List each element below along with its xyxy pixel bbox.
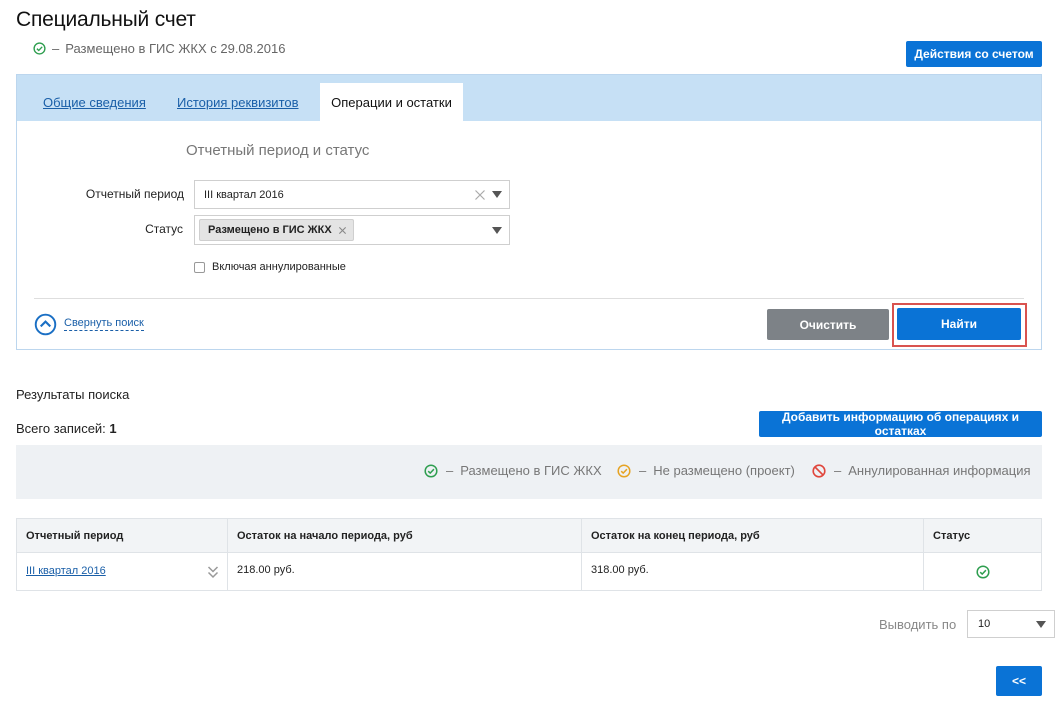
total-records: Всего записей: 1 [16, 421, 117, 436]
tab-strip: Общие сведения История реквизитов Операц… [17, 75, 1041, 121]
search-divider [34, 298, 1024, 299]
cell-period: III квартал 2016 [16, 552, 228, 591]
clear-button[interactable]: Очистить [767, 309, 889, 340]
status-text: Размещено в ГИС ЖКХ с 29.08.2016 [65, 41, 286, 56]
tab-requisites-history[interactable]: История реквизитов [177, 95, 299, 110]
period-link[interactable]: III квартал 2016 [26, 565, 106, 577]
check-circle-icon [924, 564, 1041, 579]
legend-item-draft: – Не размещено (проект) [617, 463, 795, 478]
include-cancelled-checkbox[interactable] [194, 261, 205, 273]
account-actions-button[interactable]: Действия со счетом [906, 41, 1042, 67]
chip-remove-icon[interactable] [338, 226, 347, 235]
per-page-value: 10 [978, 618, 991, 630]
check-circle-icon [617, 463, 631, 478]
column-header-status[interactable]: Статус [923, 518, 1042, 553]
status-legend: – Размещено в ГИС ЖКХ – Не размещено (пр… [16, 445, 1042, 499]
double-chevron-down-icon[interactable] [207, 565, 219, 579]
chevron-down-icon[interactable] [492, 226, 502, 234]
legend-item-cancelled: – Аннулированная информация [812, 463, 1031, 478]
prev-page-button[interactable]: << [996, 666, 1042, 696]
column-header-start-balance[interactable]: Остаток на начало периода, руб [227, 518, 582, 553]
per-page-label: Выводить по [879, 617, 957, 632]
results-title: Результаты поиска [16, 387, 130, 402]
period-select[interactable]: III квартал 2016 [194, 180, 510, 209]
check-circle-icon [33, 42, 46, 55]
cell-status [923, 552, 1042, 591]
ban-icon [812, 463, 826, 478]
tab-general-info[interactable]: Общие сведения [43, 95, 146, 110]
status-select[interactable]: Размещено в ГИС ЖКХ [194, 215, 510, 245]
page-title: Специальный счет [16, 8, 196, 31]
check-circle-icon [424, 463, 438, 478]
status-chip[interactable]: Размещено в ГИС ЖКХ [199, 219, 354, 241]
find-button-highlight [892, 303, 1027, 347]
results-table: Отчетный период Остаток на начало период… [16, 518, 1042, 591]
account-status: – Размещено в ГИС ЖКХ с 29.08.2016 [33, 41, 285, 56]
table-header-row: Отчетный период Остаток на начало период… [16, 518, 1042, 553]
status-dash: – [52, 41, 60, 56]
per-page-select[interactable]: 10 [967, 610, 1055, 638]
column-header-end-balance[interactable]: Остаток на конец периода, руб [581, 518, 924, 553]
chevron-down-icon[interactable] [492, 191, 502, 198]
chevron-down-icon[interactable] [1036, 620, 1046, 628]
add-operations-button[interactable]: Добавить информацию об операциях и остат… [759, 410, 1042, 438]
collapse-search-link[interactable]: Свернуть поиск [64, 317, 144, 331]
total-label: Всего записей: [16, 421, 106, 436]
table-row: III квартал 2016 218.00 руб. 318.00 руб. [16, 552, 1042, 591]
search-section-title: Отчетный период и статус [186, 142, 370, 159]
total-count: 1 [109, 421, 117, 436]
column-header-period[interactable]: Отчетный период [16, 518, 228, 553]
period-select-value: III квартал 2016 [204, 188, 284, 201]
status-label: Статус [145, 222, 183, 236]
status-chip-label: Размещено в ГИС ЖКХ [208, 224, 332, 236]
legend-item-placed: – Размещено в ГИС ЖКХ [424, 463, 602, 478]
cell-start-balance: 218.00 руб. [227, 552, 582, 591]
include-cancelled-row: Включая аннулированные [194, 261, 346, 273]
tab-operations-balances[interactable]: Операции и остатки [320, 83, 463, 121]
cell-end-balance: 318.00 руб. [581, 552, 924, 591]
collapse-icon[interactable] [34, 313, 57, 336]
period-label: Отчетный период [85, 187, 184, 201]
include-cancelled-label: Включая аннулированные [212, 261, 346, 273]
clear-icon[interactable] [474, 189, 486, 201]
